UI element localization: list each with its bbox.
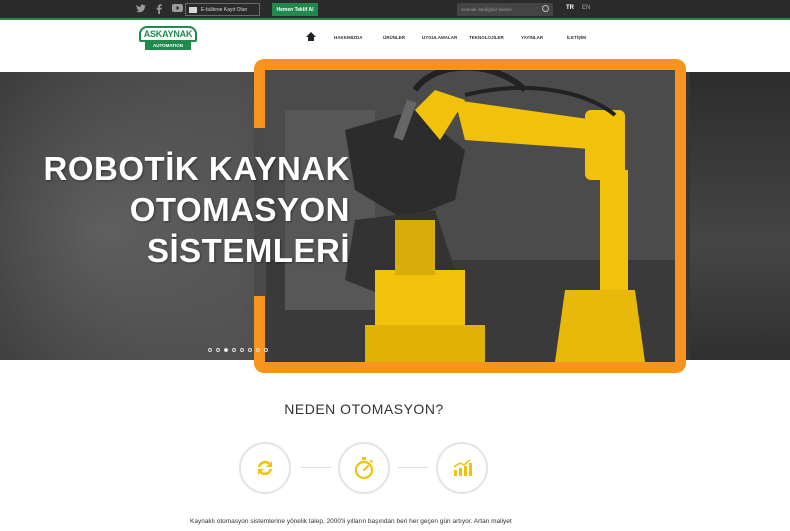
mail-icon <box>189 6 197 13</box>
slider-dot[interactable] <box>208 348 212 352</box>
slider-dot[interactable] <box>240 348 244 352</box>
section-body-text: Kaynaklı otomasyon sistemlerine yönelik … <box>190 518 512 525</box>
connector-line <box>398 467 428 468</box>
search-box <box>457 3 553 16</box>
hero-headline-line-1: ROBOTİK KAYNAK <box>43 150 350 187</box>
search-input[interactable] <box>461 7 541 12</box>
section-title: NEDEN OTOMASYON? <box>284 401 444 417</box>
nav-item-iletisim[interactable]: İLETİŞİM <box>567 35 586 40</box>
get-quote-button[interactable]: Hemen Teklif Al <box>272 3 318 16</box>
slider-dot[interactable] <box>216 348 220 352</box>
language-switcher: TR EN <box>566 5 590 11</box>
slider-dot[interactable] <box>232 348 236 352</box>
nav-item-uygulamalar[interactable]: UYGULAMALAR <box>422 35 457 40</box>
slider-dot-active[interactable] <box>224 348 228 352</box>
feature-speed-circle[interactable] <box>338 442 390 494</box>
stopwatch-icon <box>354 457 374 480</box>
nav-item-hakkimizda[interactable]: HAKKIMIZDA <box>334 35 363 40</box>
hero-headline-line-2: OTOMASYON <box>129 191 350 228</box>
slider-dot[interactable] <box>256 348 260 352</box>
top-bar: E-bültene Kayıt Olun Hemen Teklif Al TR … <box>0 0 790 20</box>
logo-wordmark: ASKAYNAK <box>139 26 197 42</box>
slider-pagination <box>208 348 268 352</box>
language-tr[interactable]: TR <box>566 5 574 11</box>
youtube-icon[interactable] <box>172 4 183 14</box>
logo-subtitle: AUTOMATION <box>145 42 191 50</box>
hero-headline-line-3: SİSTEMLERİ <box>146 232 350 269</box>
home-icon[interactable] <box>306 32 316 41</box>
language-en[interactable]: EN <box>582 5 590 11</box>
social-links <box>136 4 183 15</box>
nav-item-yayinlar[interactable]: YAYINLAR <box>521 35 543 40</box>
facebook-icon[interactable] <box>154 4 164 15</box>
refresh-icon <box>258 460 272 476</box>
nav-item-teknolojiler[interactable]: TEKNOLOJİLER <box>469 35 504 40</box>
search-icon[interactable] <box>542 5 549 12</box>
feature-growth-circle[interactable] <box>436 442 488 494</box>
hero-headline: ROBOTİK KAYNAK OTOMASYON SİSTEMLERİ <box>40 148 350 271</box>
nav-item-urunler[interactable]: ÜRÜNLER <box>383 35 405 40</box>
askaynak-logo[interactable]: ASKAYNAK AUTOMATION <box>139 26 197 51</box>
connector-line <box>301 467 331 468</box>
twitter-icon[interactable] <box>136 4 146 14</box>
newsletter-label: E-bültene Kayıt Olun <box>201 6 248 13</box>
newsletter-signup-button[interactable]: E-bültene Kayıt Olun <box>185 3 260 16</box>
slider-dot[interactable] <box>248 348 252 352</box>
slider-dot[interactable] <box>264 348 268 352</box>
chart-icon <box>453 459 472 476</box>
feature-automation-circle[interactable] <box>239 442 291 494</box>
